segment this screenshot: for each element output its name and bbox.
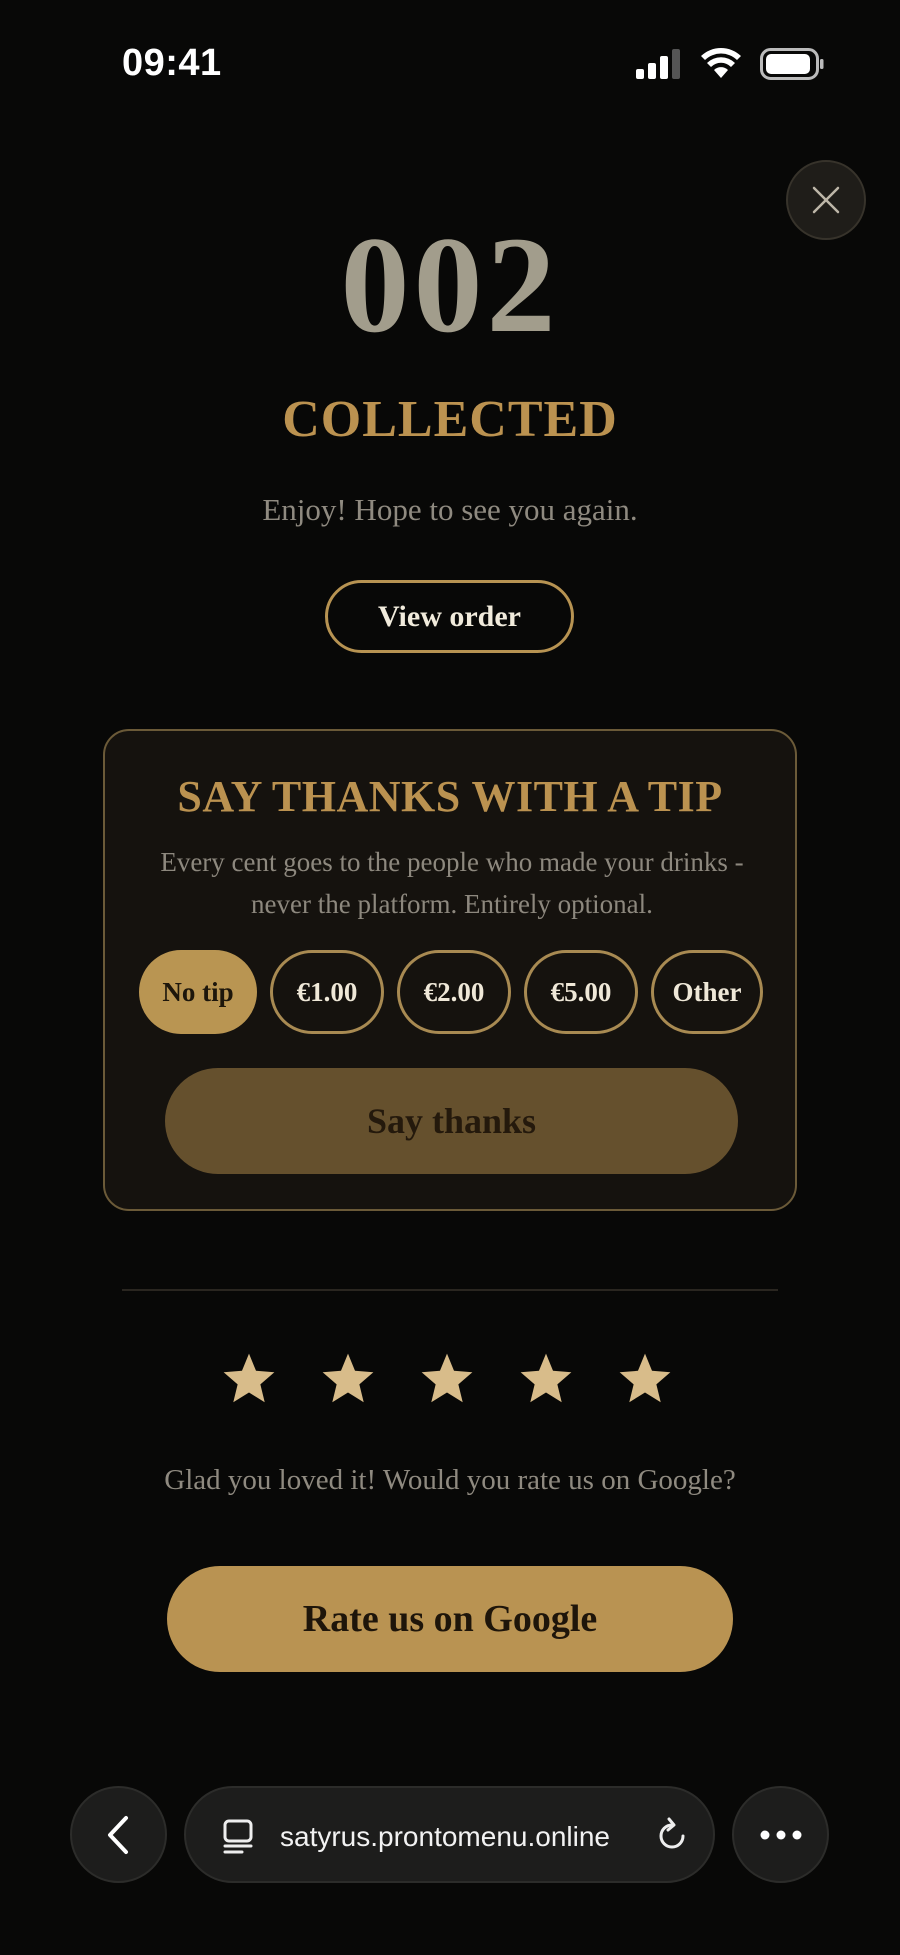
tip-description: Every cent goes to the people who made y… bbox=[160, 847, 744, 919]
status-icons bbox=[636, 48, 824, 80]
signal-icon bbox=[636, 49, 680, 79]
more-icon bbox=[760, 1830, 801, 1839]
tip-option-other[interactable]: Other bbox=[651, 950, 763, 1034]
tip-title: SAY THANKS WITH A TIP bbox=[177, 772, 723, 821]
divider bbox=[122, 1289, 778, 1291]
url-text: satyrus.prontomenu.online bbox=[280, 1821, 610, 1852]
view-order-button[interactable]: View order bbox=[325, 580, 574, 653]
back-button[interactable] bbox=[70, 1786, 167, 1883]
reload-icon[interactable] bbox=[652, 1816, 692, 1856]
say-thanks-button[interactable]: Say thanks bbox=[165, 1068, 738, 1174]
more-button[interactable] bbox=[732, 1786, 829, 1883]
tip-card: SAY THANKS WITH A TIP Every cent goes to… bbox=[103, 729, 797, 1211]
star-icon[interactable] bbox=[220, 1350, 278, 1408]
order-message: Enjoy! Hope to see you again. bbox=[262, 492, 638, 527]
order-number: 002 bbox=[340, 208, 560, 361]
url-bar[interactable]: satyrus.prontomenu.online bbox=[184, 1786, 715, 1883]
star-rating bbox=[220, 1350, 674, 1408]
browser-toolbar: satyrus.prontomenu.online bbox=[0, 1786, 900, 1886]
star-icon[interactable] bbox=[616, 1350, 674, 1408]
status-bar: 09:41 bbox=[0, 0, 900, 130]
order-status: COLLECTED bbox=[282, 391, 618, 448]
wifi-icon bbox=[701, 48, 741, 78]
tip-options: No tip €1.00 €2.00 €5.00 Other bbox=[139, 950, 763, 1034]
tip-option-5[interactable]: €5.00 bbox=[524, 950, 638, 1034]
star-icon[interactable] bbox=[517, 1350, 575, 1408]
tip-option-1[interactable]: €1.00 bbox=[270, 950, 384, 1034]
rate-google-button[interactable]: Rate us on Google bbox=[167, 1566, 733, 1672]
tip-option-2[interactable]: €2.00 bbox=[397, 950, 511, 1034]
battery-icon bbox=[760, 48, 824, 80]
star-icon[interactable] bbox=[418, 1350, 476, 1408]
rating-message: Glad you loved it! Would you rate us on … bbox=[164, 1464, 736, 1496]
status-time: 09:41 bbox=[122, 42, 222, 84]
tip-option-no-tip[interactable]: No tip bbox=[139, 950, 257, 1034]
back-icon bbox=[107, 1815, 128, 1854]
star-icon[interactable] bbox=[319, 1350, 377, 1408]
tabs-icon bbox=[223, 1819, 253, 1854]
